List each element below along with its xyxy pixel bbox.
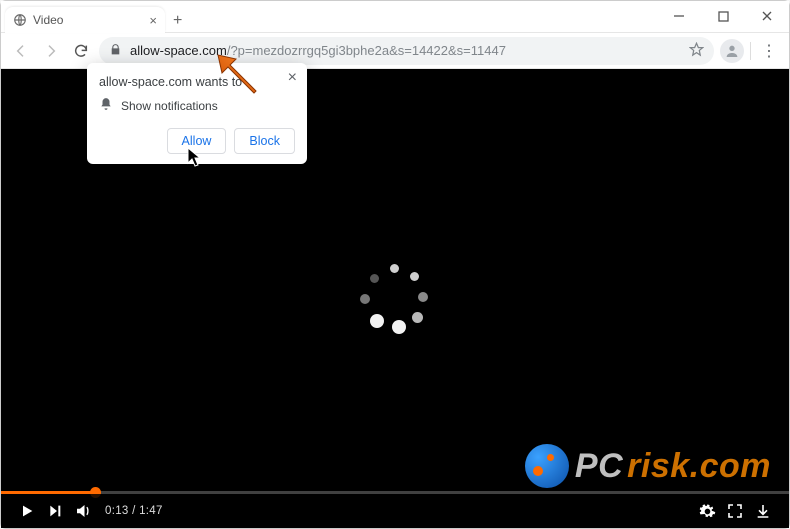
new-tab-button[interactable]: + (173, 11, 182, 29)
reload-button[interactable] (69, 39, 93, 63)
close-tab-icon[interactable]: × (149, 14, 157, 27)
download-button[interactable] (749, 497, 777, 525)
current-time: 0:13 (105, 505, 129, 517)
bookmark-star-icon[interactable] (689, 42, 704, 60)
play-button[interactable] (13, 497, 41, 525)
watermark: PCrisk.com (525, 444, 771, 488)
tab-title: Video (33, 13, 63, 27)
browser-tab-video[interactable]: Video × (5, 7, 165, 33)
loading-spinner (360, 264, 430, 334)
popup-line: Show notifications (121, 99, 218, 113)
window-buttons (657, 1, 789, 31)
notification-permission-popup: × allow-space.com wants to Show notifica… (87, 63, 307, 164)
duration-time: 1:47 (139, 505, 163, 517)
tab-strip: Video × + (1, 1, 657, 33)
block-button[interactable]: Block (234, 128, 295, 154)
window-titlebar: Video × + (1, 1, 789, 33)
maximize-button[interactable] (701, 1, 745, 31)
back-button[interactable] (9, 39, 33, 63)
watermark-logo-icon (525, 444, 569, 488)
close-popup-button[interactable]: × (288, 69, 297, 87)
video-time-display: 0:13 / 1:47 (105, 505, 163, 517)
address-bar[interactable]: allow-space.com/?p=mezdozrrgq5gi3bphe2a&… (99, 37, 714, 65)
bell-icon (99, 97, 113, 114)
watermark-text-1: PC (575, 447, 623, 486)
next-button[interactable] (41, 497, 69, 525)
allow-button[interactable]: Allow (167, 128, 227, 154)
fullscreen-button[interactable] (721, 497, 749, 525)
minimize-button[interactable] (657, 1, 701, 31)
url-path: /?p=mezdozrrgq5gi3bphe2a&s=14422&s=11447 (227, 43, 506, 58)
lock-icon (109, 43, 122, 59)
close-window-button[interactable] (745, 1, 789, 31)
forward-button[interactable] (39, 39, 63, 63)
profile-avatar[interactable] (720, 39, 744, 63)
settings-gear-icon[interactable] (693, 497, 721, 525)
video-controls: 0:13 / 1:47 (1, 494, 789, 528)
volume-button[interactable] (69, 497, 97, 525)
url-text: allow-space.com/?p=mezdozrrgq5gi3bphe2a&… (130, 43, 506, 58)
menu-button[interactable]: ⋮ (757, 39, 781, 63)
popup-heading: allow-space.com wants to (99, 75, 295, 89)
toolbar-divider (750, 42, 751, 60)
watermark-text-2: risk.com (627, 447, 771, 486)
url-host: allow-space.com (130, 43, 227, 58)
globe-icon (13, 13, 27, 27)
